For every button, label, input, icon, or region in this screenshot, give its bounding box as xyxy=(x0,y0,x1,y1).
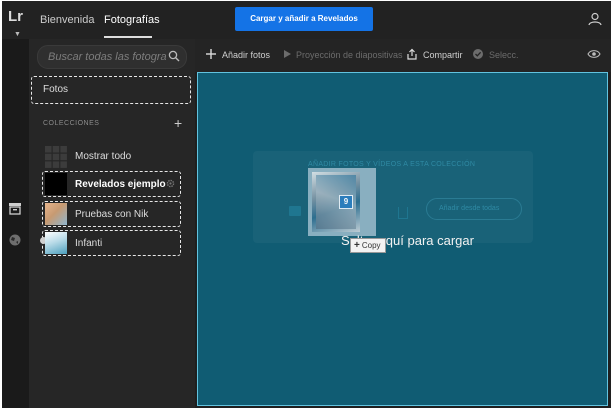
add-collection-button[interactable]: + xyxy=(174,116,182,130)
sidebar: Fotos COLECCIONES + Mostrar todo Revelad… xyxy=(29,39,195,408)
collections-heading: COLECCIONES xyxy=(43,120,100,127)
sidebar-item-label: Pruebas con Nik xyxy=(75,209,149,220)
profile-icon[interactable] xyxy=(588,12,602,26)
collection-thumbnail xyxy=(45,232,67,254)
collection-thumbnail xyxy=(45,173,67,195)
copy-label: Copy xyxy=(361,241,381,250)
toolbar: Añadir fotos Proyección de diapositivas … xyxy=(195,39,611,72)
library-icon[interactable] xyxy=(8,201,22,215)
add-from-all-photos-label: Añadir desde todas xyxy=(439,205,500,212)
eye-icon[interactable] xyxy=(587,48,601,60)
sidebar-item-revelados-ejemplo[interactable]: Revelados ejemplo xyxy=(42,171,181,197)
play-icon[interactable] xyxy=(281,48,293,60)
upload-to-collection-button[interactable]: Cargar y añadir a Revelados ejemplo xyxy=(235,7,373,47)
grid-icon xyxy=(45,146,67,168)
sidebar-item-label: Infanti xyxy=(75,238,103,249)
add-photos-button[interactable]: Añadir fotos xyxy=(222,50,270,60)
gear-icon[interactable] xyxy=(166,179,175,188)
tab-fotografias[interactable]: Fotografías xyxy=(104,14,160,26)
sidebar-item-mostrar-todo[interactable]: Mostrar todo xyxy=(43,146,183,168)
sidebar-item-fotos[interactable]: Fotos xyxy=(31,76,191,104)
slideshow-button[interactable]: Proyección de diapositivas xyxy=(296,50,403,60)
lightroom-window: Lr ▼ Bienvenida Fotografías Cargar y aña… xyxy=(2,1,611,408)
search-input[interactable] xyxy=(46,48,168,66)
app-logo-text: Lr xyxy=(8,8,23,25)
sidebar-item-infanti[interactable]: Infanti xyxy=(40,230,181,256)
globe-icon[interactable] xyxy=(8,233,22,247)
sidebar-item-pruebas-con-nik[interactable]: Pruebas con Nik xyxy=(42,201,181,227)
left-icon-strip xyxy=(2,39,29,408)
check-circle-icon[interactable] xyxy=(472,48,484,60)
sidebar-item-label: Revelados ejemplo xyxy=(75,179,166,190)
search-icon[interactable] xyxy=(168,50,180,62)
share-button[interactable]: Compartir xyxy=(423,50,463,60)
top-bar: Lr ▼ Bienvenida Fotografías Cargar y aña… xyxy=(2,1,611,47)
collection-thumbnail xyxy=(45,203,67,225)
drag-count-badge: 9 xyxy=(339,195,353,209)
dragged-photos-stack: 9 xyxy=(308,168,376,236)
import-icon xyxy=(398,207,408,219)
tab-bienvenida[interactable]: Bienvenida xyxy=(40,14,94,26)
empty-collection-title: AÑADIR FOTOS Y VÍDEOS A ESTA COLECCIÓN xyxy=(308,161,476,168)
plus-icon[interactable] xyxy=(205,48,217,60)
app-logo[interactable]: Lr ▼ xyxy=(8,8,26,38)
active-tab-indicator xyxy=(104,36,152,38)
copy-cursor-badge: + Copy xyxy=(350,238,386,253)
search-box xyxy=(37,45,187,69)
copy-plus-icon: + xyxy=(354,240,360,251)
sidebar-item-label: Mostrar todo xyxy=(75,151,132,162)
select-button[interactable]: Selecc. xyxy=(489,50,519,60)
computer-icon xyxy=(289,206,301,216)
drop-zone[interactable]: AÑADIR FOTOS Y VÍDEOS A ESTA COLECCIÓN A… xyxy=(197,72,608,406)
share-icon[interactable] xyxy=(406,48,418,60)
